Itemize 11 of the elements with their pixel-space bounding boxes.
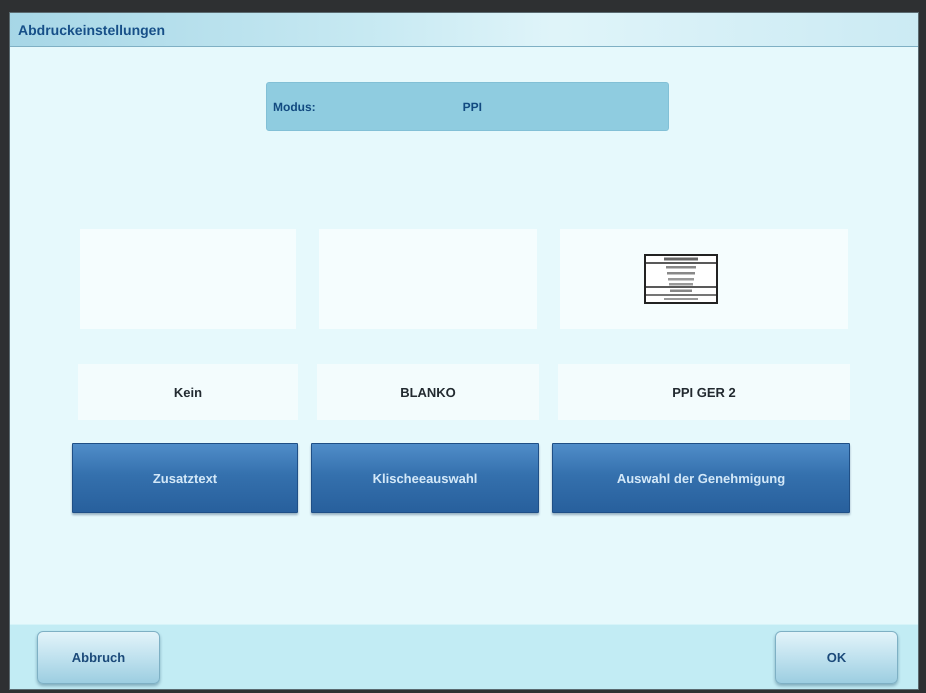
window-title: Abdruckeinstellungen xyxy=(18,22,166,38)
option-value: PPI GER 2 xyxy=(672,384,736,400)
option-value: Kein xyxy=(174,384,202,400)
cancel-button[interactable]: Abbruch xyxy=(37,630,160,684)
option-button[interactable]: Auswahl der Genehmigung xyxy=(552,443,850,513)
option-button[interactable]: Zusatztext xyxy=(72,443,298,513)
mode-label: Modus: xyxy=(273,100,316,114)
mode-value: PPI xyxy=(462,100,482,114)
option-value: BLANKO xyxy=(400,384,456,400)
option-button[interactable]: Klischeeauswahl xyxy=(311,443,539,513)
ok-button[interactable]: OK xyxy=(775,630,898,684)
